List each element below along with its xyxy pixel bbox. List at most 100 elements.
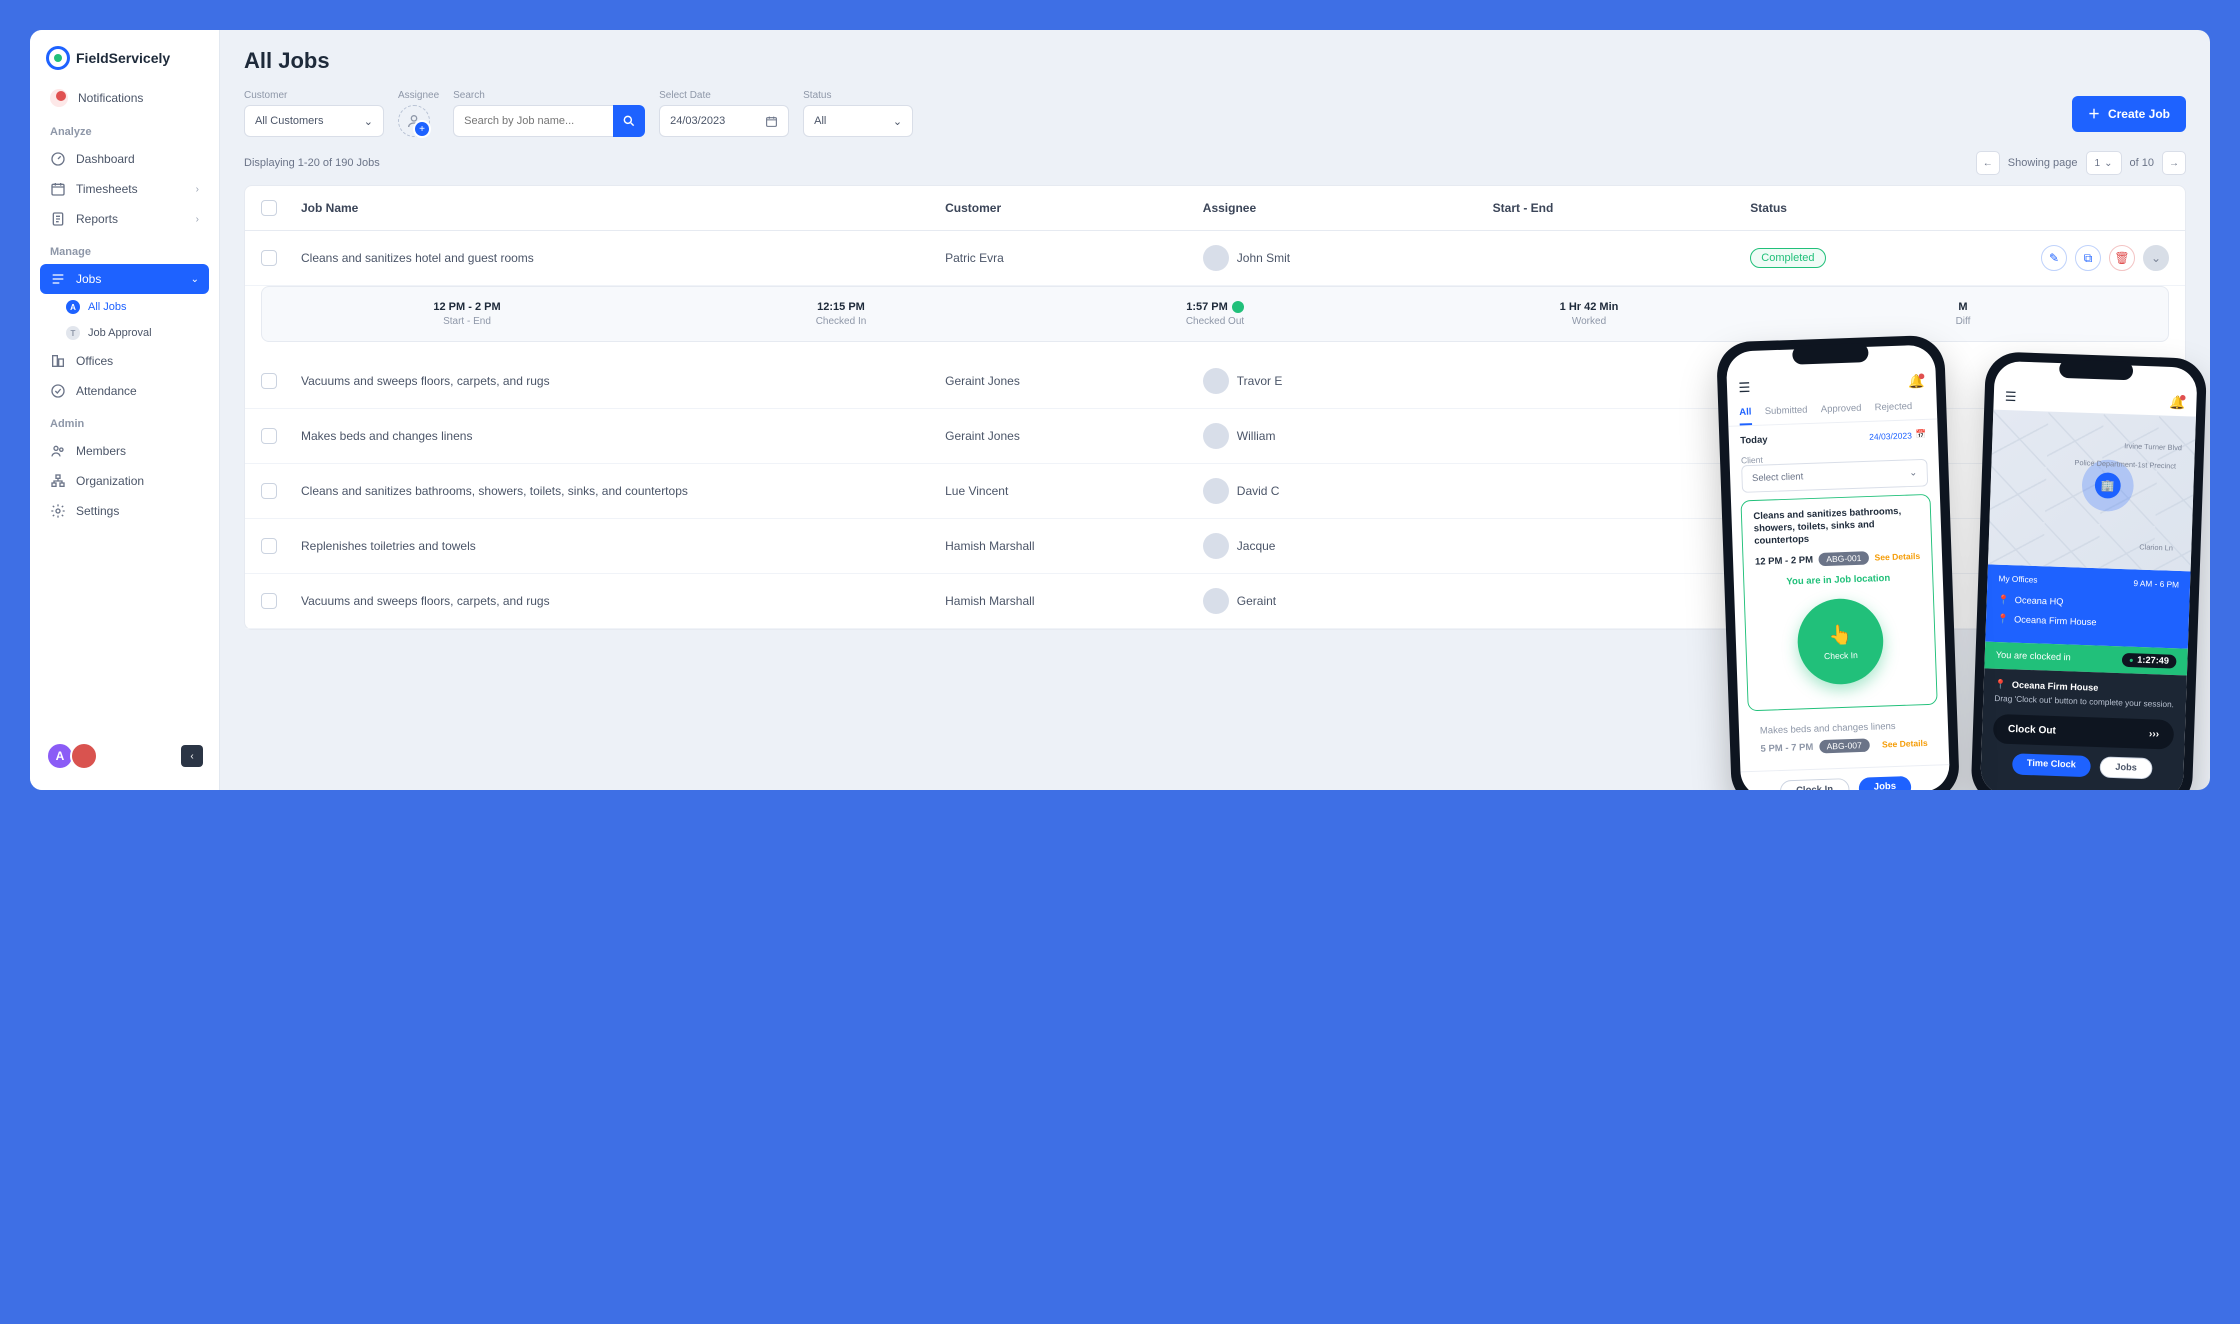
pin-icon: 📍 (1995, 680, 2007, 691)
check-in-button[interactable]: 👆 Check In (1796, 597, 1884, 685)
phone-timeclock: ☰ 🔔 🏢 Irvine Turner Blvd Police Departme… (1970, 351, 2207, 790)
avatar-other[interactable] (70, 742, 98, 770)
collapse-row-button[interactable]: ⌄ (2143, 245, 2169, 271)
search-input[interactable] (453, 105, 613, 137)
section-admin: Admin (40, 406, 209, 436)
create-job-button[interactable]: ＋ Create Job (2072, 96, 2186, 132)
value: 24/03/2023 (670, 115, 725, 127)
tab-submitted[interactable]: Submitted (1764, 399, 1808, 424)
drag-hint: Drag 'Clock out' button to complete your… (1994, 694, 2175, 710)
see-details-link[interactable]: See Details (1882, 738, 1928, 749)
calendar-icon (765, 115, 778, 128)
plus-icon: ＋ (2088, 105, 2100, 122)
col-customer: Customer (945, 201, 1203, 215)
label: Timesheets (76, 182, 138, 196)
avatar-icon (1203, 533, 1229, 559)
nav-clockin-button[interactable]: Clock In (1780, 778, 1850, 790)
check-circle-icon (50, 383, 66, 399)
row-checkbox[interactable] (261, 250, 277, 266)
bell-icon[interactable]: 🔔 (2169, 395, 2186, 411)
section-manage: Manage (40, 234, 209, 264)
nav-jobs-button[interactable]: Jobs (1858, 776, 1911, 790)
label: Job Approval (88, 327, 152, 339)
sidebar-item-organization[interactable]: Organization (40, 466, 209, 496)
sidebar-item-dashboard[interactable]: Dashboard (40, 144, 209, 174)
row-checkbox[interactable] (261, 538, 277, 554)
table-header: Job Name Customer Assignee Start - End S… (245, 186, 2185, 231)
label: Members (76, 444, 126, 458)
row-checkbox[interactable] (261, 373, 277, 389)
cell-customer: Hamish Marshall (945, 539, 1203, 553)
phone-mockups: ☰ 🔔 All Submitted Approved Rejected Toda… (1724, 339, 2180, 791)
prev-page-button[interactable]: ← (1976, 151, 2000, 175)
sidebar-item-members[interactable]: Members (40, 436, 209, 466)
copy-button[interactable]: ⧉ (2075, 245, 2101, 271)
sidebar-item-settings[interactable]: Settings (40, 496, 209, 526)
collapse-sidebar-button[interactable]: ‹ (181, 745, 203, 767)
menu-icon[interactable]: ☰ (2005, 389, 2017, 405)
sidebar-item-notifications[interactable]: Notifications (40, 82, 209, 114)
gear-icon (50, 503, 66, 519)
label: Jobs (76, 272, 101, 286)
cell-customer: Lue Vincent (945, 484, 1203, 498)
status-select[interactable]: All ⌄ (803, 105, 913, 137)
chevron-down-icon: ⌄ (2104, 158, 2112, 169)
pagination: ← Showing page 1 ⌄ of 10 → (1976, 151, 2186, 175)
search-button[interactable] (613, 105, 645, 137)
cell-name: Cleans and sanitizes hotel and guest roo… (301, 251, 945, 265)
map-view[interactable]: 🏢 Irvine Turner Blvd Police Department-1… (1988, 410, 2196, 572)
brand-logo: FieldServicely (40, 44, 209, 82)
col-status: Status (1750, 201, 1943, 215)
bell-icon[interactable]: 🔔 (1908, 373, 1925, 390)
date-picker[interactable]: 24/03/2023 📅 (1869, 429, 1927, 441)
assignee-label: Assignee (398, 90, 439, 101)
client-select[interactable]: Select client⌄ (1741, 459, 1928, 493)
pin-icon: 📍 (1997, 614, 2009, 625)
sidebar-item-attendance[interactable]: Attendance (40, 376, 209, 406)
select-all-checkbox[interactable] (261, 200, 277, 216)
pin-icon: 📍 (1998, 595, 2010, 606)
result-summary: Displaying 1-20 of 190 Jobs (244, 157, 380, 169)
tab-all[interactable]: All (1739, 401, 1752, 425)
edit-button[interactable]: ✎ (2041, 245, 2067, 271)
brand-name-b: Servicely (109, 50, 171, 66)
sidebar-item-reports[interactable]: Reports › (40, 204, 209, 234)
cell-name: Vacuums and sweeps floors, carpets, and … (301, 374, 945, 388)
tab-rejected[interactable]: Rejected (1874, 396, 1912, 421)
label: Dashboard (76, 152, 135, 166)
sidebar: FieldServicely Notifications Analyze Das… (30, 30, 220, 790)
nav-timeclock-button[interactable]: Time Clock (2012, 753, 2091, 777)
phone-bottom-nav: Clock In Jobs (1740, 764, 1950, 790)
cell-name: Replenishes toiletries and towels (301, 539, 945, 553)
sidebar-subitem-job-approval[interactable]: T Job Approval (40, 320, 209, 346)
row-checkbox[interactable] (261, 428, 277, 444)
menu-icon[interactable]: ☰ (1738, 379, 1750, 396)
label: Create Job (2108, 107, 2170, 121)
page-select[interactable]: 1 ⌄ (2086, 151, 2122, 175)
tab-approved[interactable]: Approved (1820, 397, 1861, 422)
table-row[interactable]: Cleans and sanitizes hotel and guest roo… (245, 231, 2185, 286)
pager-label: Showing page (2008, 157, 2078, 169)
nav-jobs-button[interactable]: Jobs (2099, 756, 2153, 779)
see-details-link[interactable]: See Details (1874, 551, 1920, 562)
job-card-next[interactable]: Makes beds and changes linens 5 PM - 7 P… (1748, 712, 1939, 763)
next-page-button[interactable]: → (2162, 151, 2186, 175)
row-checkbox[interactable] (261, 593, 277, 609)
clock-out-panel: 📍Oceana Firm House Drag 'Clock out' butt… (1980, 668, 2187, 790)
page-title: All Jobs (244, 48, 2186, 74)
brand-name-a: Field (76, 50, 109, 66)
sidebar-item-jobs[interactable]: Jobs ⌄ (40, 264, 209, 294)
label: Attendance (76, 384, 137, 398)
sidebar-item-timesheets[interactable]: Timesheets › (40, 174, 209, 204)
col-name: Job Name (301, 201, 945, 215)
badge-a-icon: A (66, 300, 80, 314)
date-input[interactable]: 24/03/2023 (659, 105, 789, 137)
row-checkbox[interactable] (261, 483, 277, 499)
delete-button[interactable]: 🗑 (2109, 245, 2135, 271)
sidebar-subitem-all-jobs[interactable]: A All Jobs (40, 294, 209, 320)
customer-select[interactable]: All Customers ⌄ (244, 105, 384, 137)
cell-name: Makes beds and changes linens (301, 429, 945, 443)
sidebar-item-offices[interactable]: Offices (40, 346, 209, 376)
assignee-picker[interactable] (398, 105, 430, 137)
job-card-active[interactable]: Cleans and sanitizes bathrooms, showers,… (1740, 494, 1937, 711)
